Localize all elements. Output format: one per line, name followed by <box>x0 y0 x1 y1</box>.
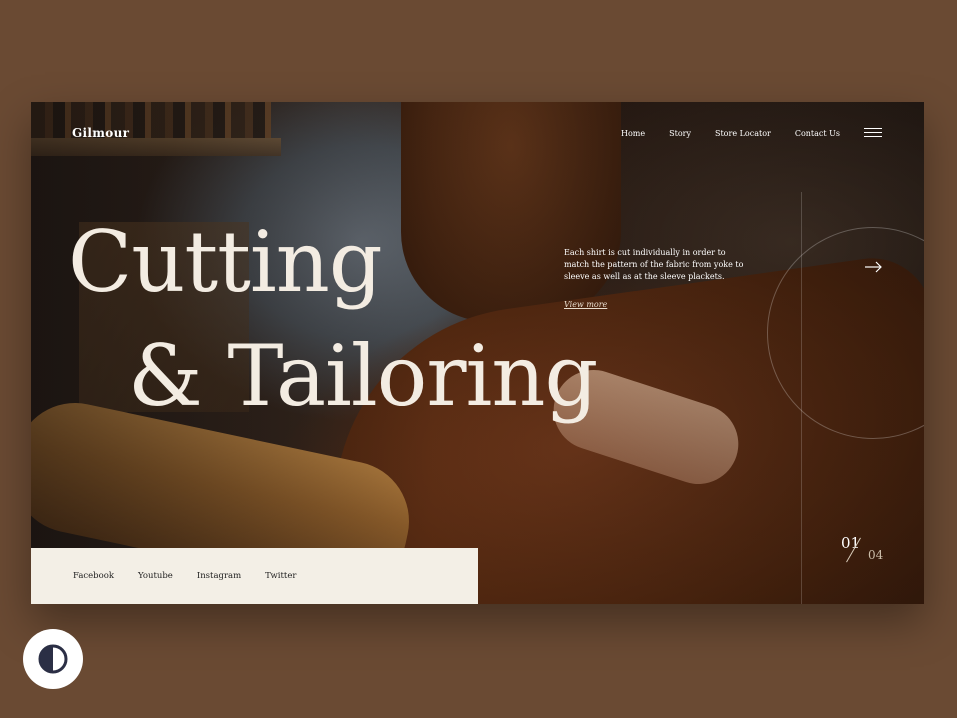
social-link-facebook[interactable]: Facebook <box>73 571 114 581</box>
logo[interactable]: Gilmour <box>72 126 129 140</box>
nav-item-store-locator[interactable]: Store Locator <box>715 129 771 138</box>
slide-counter: 01 04 <box>841 534 891 568</box>
nav-item-home[interactable]: Home <box>621 129 645 138</box>
arrow-right-icon[interactable] <box>865 258 883 273</box>
slide-total: 04 <box>868 548 884 562</box>
nav-item-story[interactable]: Story <box>669 129 691 138</box>
hamburger-menu-icon[interactable] <box>864 128 882 138</box>
hero-card: Gilmour Home Story Store Locator Contact… <box>31 102 924 604</box>
hero-description: Each shirt is cut individually in order … <box>564 248 744 281</box>
social-link-instagram[interactable]: Instagram <box>197 571 241 581</box>
main-nav: Home Story Store Locator Contact Us <box>621 129 864 138</box>
theme-toggle-button[interactable] <box>23 629 83 689</box>
contrast-icon <box>38 644 68 674</box>
social-link-youtube[interactable]: Youtube <box>138 571 173 581</box>
nav-item-contact-us[interactable]: Contact Us <box>795 129 840 138</box>
social-link-twitter[interactable]: Twitter <box>265 571 296 581</box>
view-more-link[interactable]: View more <box>564 300 607 309</box>
hero-title-line1: Cutting <box>68 213 383 311</box>
social-bar: Facebook Youtube Instagram Twitter <box>31 548 478 604</box>
hero-title-line2: & Tailoring <box>128 327 598 425</box>
